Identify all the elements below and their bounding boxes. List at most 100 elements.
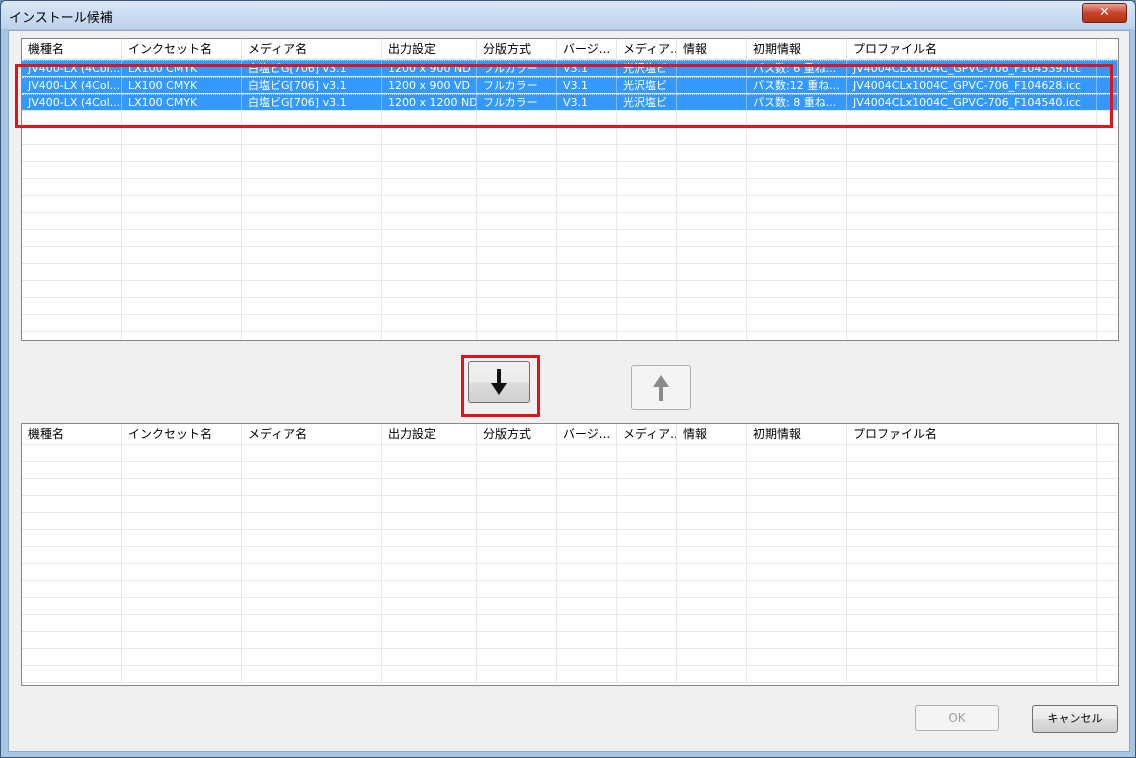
table-cell: LX100 CMYK [122, 94, 242, 110]
column-header-initial-info[interactable]: 初期情報 [747, 424, 847, 444]
close-button[interactable]: ✕ [1082, 3, 1127, 23]
table-cell [677, 60, 747, 76]
table-cell [747, 213, 847, 229]
table-cell [557, 281, 617, 297]
column-header-profile-name[interactable]: プロファイル名 [847, 424, 1097, 444]
table-cell [382, 530, 477, 546]
table-cell [557, 196, 617, 212]
table-cell [242, 513, 382, 529]
table-cell [1097, 111, 1118, 127]
table-cell [382, 230, 477, 246]
table-cell [617, 462, 677, 478]
table-cell [677, 77, 747, 93]
column-header-version[interactable]: バージ... [557, 39, 617, 59]
table-cell: 1200 x 1200 ND [382, 94, 477, 110]
column-header-model[interactable]: 機種名 [22, 424, 122, 444]
column-header-output-setting[interactable]: 出力設定 [382, 39, 477, 59]
table-cell [617, 332, 677, 340]
table-cell [1097, 496, 1118, 512]
column-header-media-type[interactable]: メディア... [617, 39, 677, 59]
table-cell [617, 513, 677, 529]
title-bar[interactable]: インストール候補 ✕ [1, 1, 1135, 29]
column-header-inkset[interactable]: インクセット名 [122, 39, 242, 59]
table-cell [382, 179, 477, 195]
table-cell [747, 496, 847, 512]
table-cell [242, 298, 382, 314]
empty-row [22, 281, 1118, 298]
table-cell [557, 213, 617, 229]
table-row[interactable]: JV400-LX (4Col... LX100 CMYK 白塩ビG[706] v3.… [22, 77, 1118, 94]
column-header-model[interactable]: 機種名 [22, 39, 122, 59]
table-cell [1097, 196, 1118, 212]
window-title: インストール候補 [9, 11, 113, 26]
table-cell [477, 649, 557, 665]
table-cell [677, 111, 747, 127]
table-cell [617, 145, 677, 161]
table-cell [122, 513, 242, 529]
table-row[interactable]: JV400-LX (4Col... LX100 CMYK 白塩ビG[706] v3.… [22, 60, 1118, 77]
column-header-profile-name[interactable]: プロファイル名 [847, 39, 1097, 59]
table-cell [122, 145, 242, 161]
column-header-filler [1097, 39, 1118, 59]
table-cell [747, 111, 847, 127]
table-cell [122, 179, 242, 195]
table-cell [557, 479, 617, 495]
table-cell [617, 298, 677, 314]
column-header-media[interactable]: メディア名 [242, 39, 382, 59]
table-cell [22, 615, 122, 631]
table-cell [1097, 230, 1118, 246]
table-cell [557, 264, 617, 280]
candidate-list-header: 機種名 インクセット名 メディア名 出力設定 分版方式 バージ... メディア.… [22, 39, 1118, 60]
table-cell [677, 598, 747, 614]
table-cell [122, 649, 242, 665]
table-cell [122, 264, 242, 280]
column-header-separation[interactable]: 分版方式 [477, 39, 557, 59]
column-header-info[interactable]: 情報 [677, 39, 747, 59]
column-header-media[interactable]: メディア名 [242, 424, 382, 444]
table-cell [557, 496, 617, 512]
column-header-initial-info[interactable]: 初期情報 [747, 39, 847, 59]
table-cell [242, 196, 382, 212]
column-header-info[interactable]: 情報 [677, 424, 747, 444]
candidate-list[interactable]: 機種名 インクセット名 メディア名 出力設定 分版方式 バージ... メディア.… [21, 38, 1119, 341]
table-cell [847, 196, 1097, 212]
table-cell [747, 479, 847, 495]
move-up-button[interactable] [631, 365, 691, 410]
table-cell [847, 615, 1097, 631]
table-cell [677, 145, 747, 161]
table-cell [242, 530, 382, 546]
table-cell [382, 247, 477, 263]
install-list[interactable]: 機種名 インクセット名 メディア名 出力設定 分版方式 バージ... メディア.… [21, 423, 1119, 686]
table-cell [677, 281, 747, 297]
table-cell [22, 445, 122, 461]
table-cell [677, 179, 747, 195]
column-header-inkset[interactable]: インクセット名 [122, 424, 242, 444]
table-cell [677, 315, 747, 331]
table-cell [22, 247, 122, 263]
table-cell [477, 196, 557, 212]
table-cell [557, 179, 617, 195]
table-cell [747, 315, 847, 331]
column-header-media-type[interactable]: メディア... [617, 424, 677, 444]
table-cell [242, 479, 382, 495]
arrow-down-icon [491, 369, 507, 395]
ok-button[interactable]: OK [915, 705, 999, 731]
install-rows [22, 445, 1118, 685]
column-header-output-setting[interactable]: 出力設定 [382, 424, 477, 444]
table-cell [747, 462, 847, 478]
empty-row [22, 666, 1118, 683]
table-cell [617, 179, 677, 195]
column-header-version[interactable]: バージ... [557, 424, 617, 444]
table-cell [677, 462, 747, 478]
table-cell [242, 111, 382, 127]
table-cell [242, 445, 382, 461]
table-cell [747, 513, 847, 529]
table-cell [242, 162, 382, 178]
table-cell [242, 598, 382, 614]
table-row[interactable]: JV400-LX (4Col... LX100 CMYK 白塩ビG[706] v3.… [22, 94, 1118, 111]
table-cell: JV4004CLx1004C_GPVC-706_F104539.icc [847, 60, 1097, 76]
move-down-button[interactable] [468, 361, 530, 403]
column-header-separation[interactable]: 分版方式 [477, 424, 557, 444]
table-cell [122, 581, 242, 597]
cancel-button[interactable]: キャンセル [1032, 705, 1118, 733]
